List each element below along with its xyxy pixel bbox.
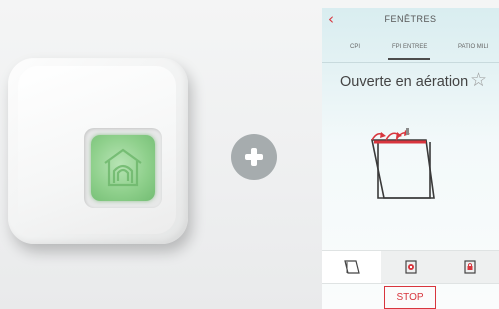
window-tilt-icon — [344, 260, 360, 274]
mode-ventilation-button[interactable] — [381, 251, 440, 283]
header-bar: ‹ FENÊTRES — [322, 8, 499, 30]
mode-selector — [322, 250, 499, 284]
device-green-button — [91, 135, 155, 201]
divider — [322, 62, 499, 63]
connected-box-device — [8, 58, 188, 244]
device-face — [18, 66, 176, 234]
page-title: FENÊTRES — [384, 14, 437, 24]
tab-fpi-entree[interactable]: FPI ENTREE — [392, 44, 427, 50]
stop-button[interactable]: STOP — [384, 286, 436, 309]
star-icon[interactable]: ☆ — [470, 70, 487, 90]
tab-cpi[interactable]: CPI — [350, 44, 360, 50]
plus-icon — [231, 134, 277, 180]
window-ventilation-icon — [405, 260, 417, 274]
active-tab-indicator — [388, 58, 430, 60]
mode-locked-button[interactable] — [440, 251, 499, 283]
mode-tilt-button[interactable] — [322, 251, 381, 283]
tab-bar: CPI FPI ENTREE PATIO MILI — [322, 38, 499, 60]
app-screen: ‹ FENÊTRES CPI FPI ENTREE PATIO MILI Ouv… — [322, 8, 499, 309]
house-icon — [104, 148, 142, 187]
tab-patio-mili[interactable]: PATIO MILI — [458, 44, 488, 50]
window-locked-icon — [464, 260, 476, 274]
window-illustration — [371, 128, 435, 199]
window-status: Ouverte en aération — [340, 74, 469, 90]
device-button-frame — [84, 128, 162, 208]
